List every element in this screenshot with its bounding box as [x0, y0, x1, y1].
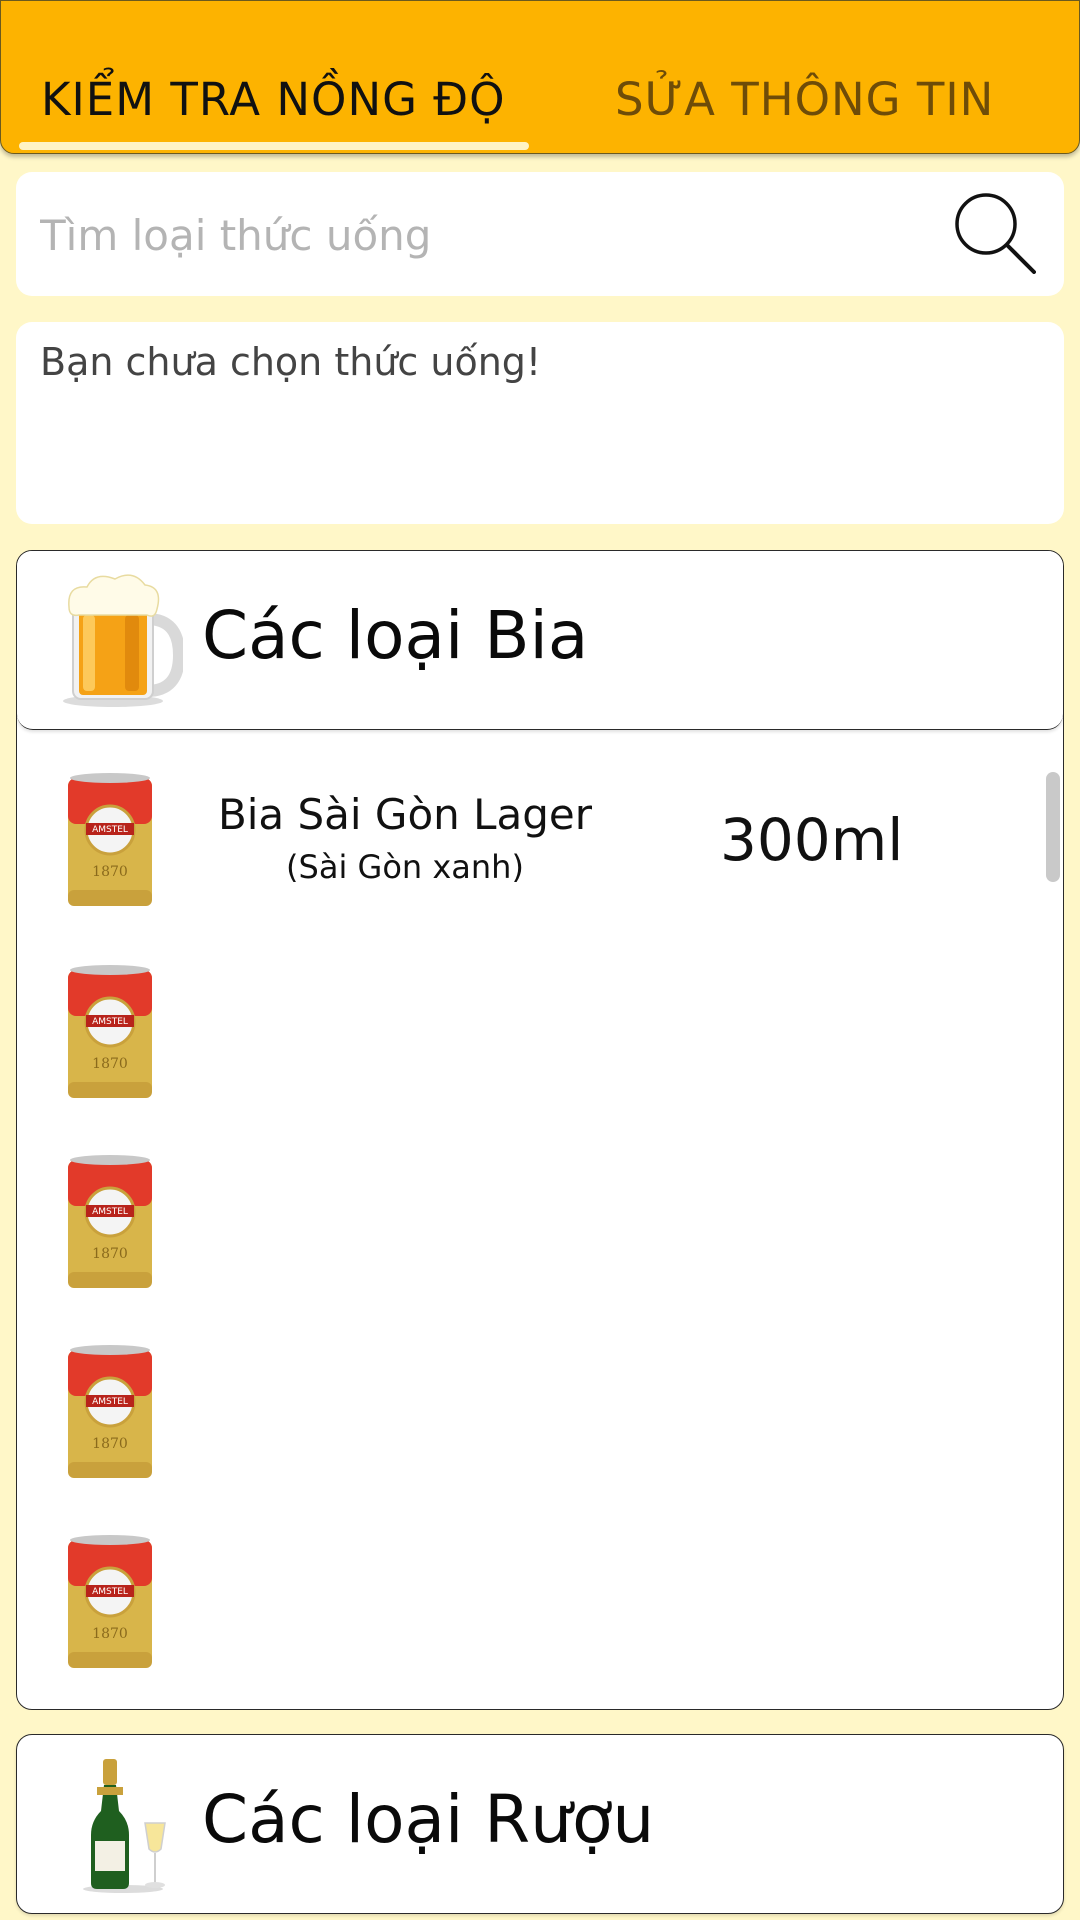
list-scrollbar[interactable]: [1046, 772, 1060, 882]
top-tab-bar: KIỂM TRA NỒNG ĐỘ SỬA THÔNG TIN: [0, 0, 1080, 154]
champagne-bottle-icon: [83, 1759, 166, 1893]
beer-mug-icon: [63, 574, 183, 707]
drink-item-volume[interactable]: 300ml: [720, 806, 903, 874]
drink-item-name[interactable]: Bia Sài Gòn Lager: [170, 790, 640, 839]
beer-can-icon[interactable]: AMSTEL 1870: [66, 964, 154, 1104]
svg-text:AMSTEL: AMSTEL: [92, 825, 128, 835]
svg-text:AMSTEL: AMSTEL: [92, 1207, 128, 1217]
beer-can-icon[interactable]: AMSTEL 1870: [66, 1154, 154, 1294]
beer-can-icon[interactable]: AMSTEL 1870: [66, 1344, 154, 1484]
search-input[interactable]: [38, 202, 922, 268]
beer-can-icon[interactable]: AMSTEL 1870: [66, 772, 154, 912]
beer-can-icon[interactable]: AMSTEL 1870: [66, 1534, 154, 1674]
beer-section-title: Các loại Bia: [202, 597, 589, 674]
svg-text:1870: 1870: [92, 864, 128, 880]
svg-text:1870: 1870: [92, 1246, 128, 1262]
search-icon[interactable]: [952, 190, 1036, 274]
tab-edit-info[interactable]: SỬA THÔNG TIN: [615, 73, 994, 126]
wine-section-header[interactable]: Các loại Rượu: [16, 1734, 1064, 1914]
drink-item-subname: (Sài Gòn xanh): [286, 848, 524, 886]
tab-check-concentration[interactable]: KIỂM TRA NỒNG ĐỘ: [41, 73, 506, 126]
svg-text:1870: 1870: [92, 1056, 128, 1072]
svg-text:AMSTEL: AMSTEL: [92, 1017, 128, 1027]
svg-text:1870: 1870: [92, 1626, 128, 1642]
svg-text:AMSTEL: AMSTEL: [92, 1587, 128, 1597]
wine-section-title: Các loại Rượu: [202, 1781, 655, 1858]
beer-section-header[interactable]: Các loại Bia: [17, 551, 1063, 730]
svg-text:AMSTEL: AMSTEL: [92, 1397, 128, 1407]
selected-drink-panel: Bạn chưa chọn thức uống!: [16, 322, 1064, 524]
beer-list-panel: Các loại Bia: [16, 550, 1064, 1710]
svg-text:1870: 1870: [92, 1436, 128, 1452]
search-bar: [16, 172, 1064, 296]
active-tab-indicator: [19, 142, 529, 150]
no-drink-selected-message: Bạn chưa chọn thức uống!: [40, 340, 542, 384]
